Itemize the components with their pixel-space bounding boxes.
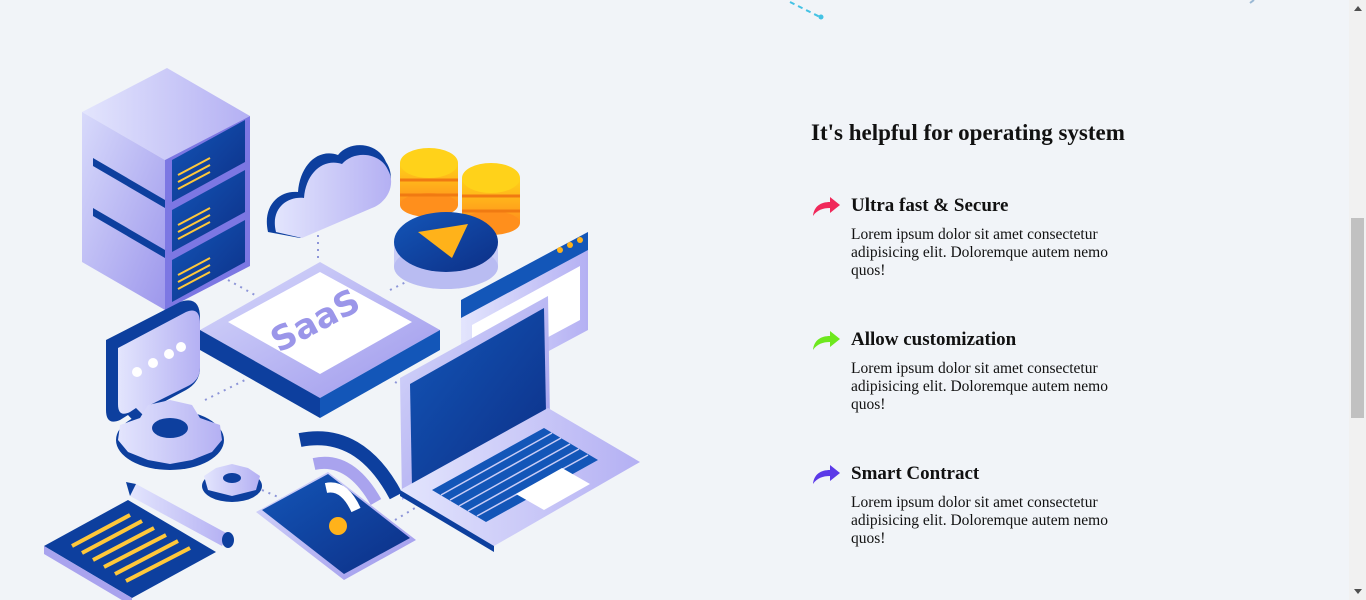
scroll-up-button[interactable]	[1349, 0, 1366, 17]
feature-title: Smart Contract	[851, 463, 980, 484]
caret-up-icon	[1353, 6, 1362, 11]
feature-description: Lorem ipsum dolor sit amet consectetur a…	[851, 360, 1108, 413]
vertical-scrollbar[interactable]	[1349, 0, 1366, 600]
arrow-icon	[813, 331, 840, 350]
scrollbar-thumb[interactable]	[1351, 218, 1364, 418]
cloud-icon	[266, 145, 392, 238]
play-icon	[394, 212, 498, 289]
section-title: It's helpful for operating system	[811, 120, 1125, 145]
tablet-signal-icon	[256, 431, 416, 580]
arrow-icon	[813, 197, 840, 216]
feature-title: Ultra fast & Secure	[851, 195, 1009, 216]
saas-illustration: SaaS	[44, 68, 640, 600]
feature-title: Allow customization	[851, 329, 1017, 350]
features-section: It's helpful for operating system Ultra …	[811, 118, 1151, 547]
decorative-dash-lines	[789, 0, 1255, 20]
caret-down-icon	[1353, 589, 1362, 594]
server-stack	[82, 68, 250, 310]
scroll-down-button[interactable]	[1349, 583, 1366, 600]
feature-description: Lorem ipsum dolor sit amet consectetur a…	[851, 226, 1108, 279]
feature-description: Lorem ipsum dolor sit amet consectetur a…	[851, 494, 1108, 547]
arrow-icon	[813, 465, 840, 484]
